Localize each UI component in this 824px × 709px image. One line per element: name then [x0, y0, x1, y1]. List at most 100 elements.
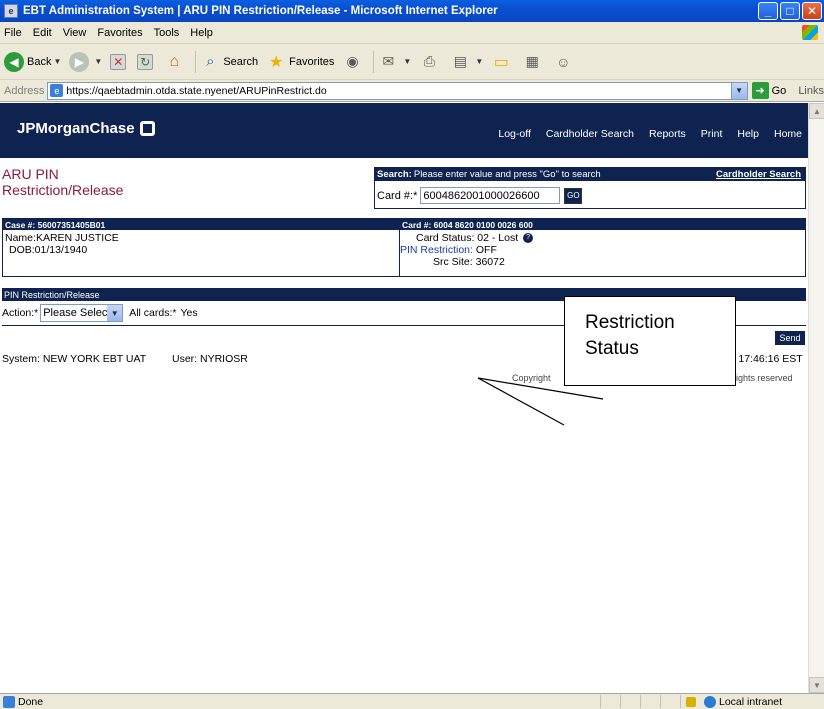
maximize-button[interactable]: □ [780, 2, 800, 20]
search-instructions: Please enter value and press "Go" to sea… [413, 169, 601, 180]
search-icon: ⌕ [206, 53, 215, 70]
restriction-status-callout: Restriction Status [564, 296, 736, 386]
back-arrow-icon: ◀ [4, 51, 24, 72]
research-button[interactable]: ▦ [522, 52, 545, 72]
refresh-button[interactable]: ↻ [137, 53, 156, 70]
ie-icon: e [4, 4, 18, 18]
brand-name: JPMorganChase [17, 120, 135, 137]
star-icon: ★ [269, 53, 284, 71]
chevron-down-icon[interactable]: ▼ [730, 82, 747, 99]
status-divider [640, 695, 641, 708]
dob-value: 01/13/1940 [34, 244, 88, 256]
edit-button[interactable]: ▤ ▼ [450, 52, 484, 72]
page-done-icon [3, 695, 15, 708]
nav-logoff[interactable]: Log-off [498, 128, 531, 140]
edit-icon: ▤ [453, 53, 467, 69]
user-name: User: NYRIOSR [172, 353, 248, 365]
home-icon: ⌂ [169, 52, 180, 70]
cardholder-search-link[interactable]: Cardholder Search [716, 169, 801, 180]
vertical-scrollbar[interactable]: ▲ ▼ [808, 103, 824, 693]
chevron-down-icon[interactable]: ▼ [107, 305, 123, 321]
case-info-header: Case #: 56007351405B01 Card #: 6004 8620… [3, 219, 805, 230]
media-icon: ◉ [346, 53, 359, 69]
favorites-label: Favorites [289, 55, 335, 68]
rights-text: rights reserved [733, 373, 793, 383]
discuss-button[interactable]: ▭ [491, 52, 514, 72]
stop-button[interactable]: ✕ [110, 53, 129, 70]
back-button[interactable]: ◀ Back ▼ [4, 51, 61, 72]
pin-restriction-value: OFF [475, 244, 497, 256]
research-icon: ▦ [525, 53, 539, 69]
url-text: https://qaebtadmin.otda.state.nyenet/ARU… [66, 84, 327, 97]
printer-icon: ⎙ [423, 53, 435, 69]
case-info-panel: Case #: 56007351405B01 Card #: 6004 8620… [2, 218, 806, 277]
menu-bar: File Edit View Favorites Tools Help [0, 22, 824, 44]
messenger-button[interactable]: ☺ [553, 52, 576, 72]
home-button[interactable]: ⌂ [164, 52, 187, 72]
links-button[interactable]: Links [798, 85, 824, 97]
case-number: Case #: 56007351405B01 [5, 219, 106, 230]
dob-label: DOB: [9, 244, 35, 256]
src-site-row: Src Site: 36072 [400, 256, 533, 268]
toolbar-divider [195, 50, 197, 73]
status-divider [600, 695, 601, 708]
scroll-up-icon[interactable]: ▲ [809, 103, 824, 119]
page-title-line2: Restriction/Release [2, 182, 124, 198]
menu-tools[interactable]: Tools [154, 27, 180, 39]
card-search-row: Card #:* GO [375, 187, 805, 204]
nav-reports[interactable]: Reports [649, 128, 686, 140]
go-arrow-icon: ➜ [751, 82, 769, 99]
card-number-label: Card #:* [377, 189, 418, 202]
menu-view[interactable]: View [63, 27, 87, 39]
menu-file[interactable]: File [4, 27, 22, 39]
all-cards-value: Yes [180, 307, 198, 319]
search-button[interactable]: ⌕ Search [200, 52, 258, 72]
menu-favorites[interactable]: Favorites [97, 27, 142, 39]
status-text: Done [18, 695, 44, 708]
nav-help[interactable]: Help [737, 128, 759, 140]
card-number-display: Card #: 6004 8620 0100 0026 600 [402, 219, 533, 230]
scroll-down-icon[interactable]: ▼ [809, 677, 824, 693]
go-label: Go [771, 84, 787, 97]
all-cards-label: All cards:* [129, 307, 177, 319]
chevron-down-icon[interactable]: ▼ [403, 57, 411, 66]
go-button[interactable]: ➜ Go [751, 82, 787, 99]
toolbar-divider [373, 50, 375, 73]
page-title: ARU PIN Restriction/Release [2, 166, 123, 198]
system-name: System: NEW YORK EBT UAT [2, 353, 147, 365]
card-number-input[interactable] [420, 187, 561, 204]
send-button[interactable]: Send [775, 331, 805, 345]
jpmorganchase-logo: JPMorganChase [17, 120, 155, 137]
name-row: Name:KAREN JUSTICE [5, 232, 119, 244]
address-label: Address [4, 84, 45, 97]
print-button[interactable]: ⎙ [419, 52, 442, 72]
help-icon[interactable]: ? [523, 233, 534, 244]
window-controls: _ □ ✕ [758, 2, 822, 20]
pin-restriction-label: PIN Restriction: [400, 244, 473, 256]
action-select[interactable]: Please Select ▼ [40, 304, 124, 322]
close-button[interactable]: ✕ [802, 2, 822, 20]
callout-line2: Status [585, 338, 639, 359]
favorites-button[interactable]: ★ Favorites [266, 52, 334, 72]
card-status-row: Card Status: 02 - Lost ? [400, 232, 534, 244]
media-button[interactable]: ◉ [342, 52, 365, 72]
url-input[interactable]: e https://qaebtadmin.otda.state.nyenet/A… [47, 81, 748, 100]
search-go-button[interactable]: GO [564, 187, 583, 204]
nav-cardholder-search[interactable]: Cardholder Search [546, 128, 634, 140]
card-status-label: Card Status: [416, 232, 475, 244]
menu-edit[interactable]: Edit [33, 27, 52, 39]
search-header-bold: Search: [377, 169, 412, 180]
forward-button[interactable]: ▶ ▼ [69, 51, 102, 72]
menu-help[interactable]: Help [190, 27, 213, 39]
chevron-down-icon[interactable]: ▼ [94, 57, 102, 66]
minimize-button[interactable]: _ [758, 2, 778, 20]
mail-button[interactable]: ✉ ▼ [378, 52, 412, 72]
nav-print[interactable]: Print [701, 128, 723, 140]
forward-arrow-icon: ▶ [69, 51, 90, 72]
chevron-down-icon[interactable]: ▼ [475, 57, 483, 66]
nav-home[interactable]: Home [774, 128, 802, 140]
search-header: Search: Please enter value and press "Go… [375, 168, 805, 181]
action-selected-value: Please Select [43, 307, 111, 319]
site-header: JPMorganChase Log-off Cardholder Search … [0, 103, 808, 158]
chevron-down-icon[interactable]: ▼ [53, 57, 61, 66]
